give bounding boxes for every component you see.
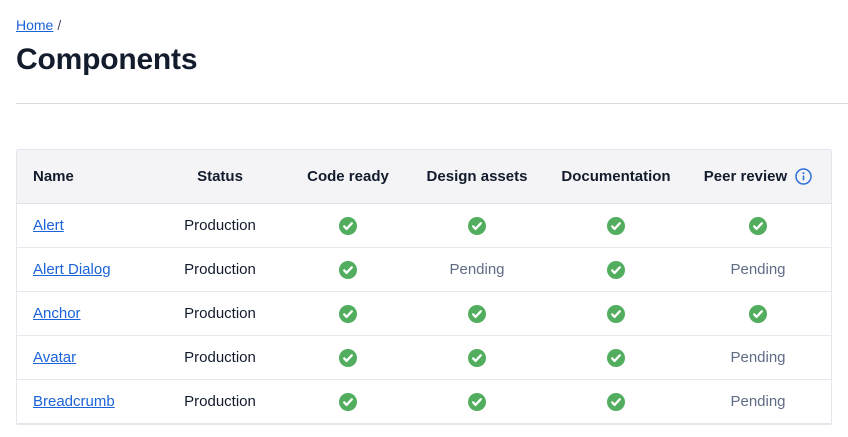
code-ready-cell [289, 380, 407, 424]
breadcrumb: Home / [16, 16, 848, 34]
check-circle-icon [339, 348, 357, 367]
component-link[interactable]: Breadcrumb [33, 393, 115, 410]
pending-label: Pending [730, 349, 786, 366]
component-link[interactable]: Alert [33, 217, 64, 234]
table-row: Alert Dialog Production Pending Pending [17, 248, 831, 292]
check-circle-icon [468, 392, 486, 411]
check-circle-icon [339, 216, 357, 235]
column-header-code-ready: Code ready [289, 150, 407, 204]
pending-label: Pending [449, 261, 505, 278]
table-row: Avatar Production Pending [17, 336, 831, 380]
column-header-peer-review: Peer review [685, 150, 831, 204]
design-assets-cell [407, 204, 547, 248]
check-circle-icon [607, 216, 625, 235]
peer-review-cell: Pending [685, 336, 831, 380]
check-circle-icon [468, 348, 486, 367]
peer-review-cell [685, 292, 831, 336]
peer-review-cell [685, 204, 831, 248]
pending-label: Pending [730, 393, 786, 410]
component-name-cell: Avatar [17, 336, 151, 380]
table-header: Name Status Code ready Design assets Doc… [17, 150, 831, 204]
documentation-cell [547, 248, 685, 292]
documentation-cell [547, 380, 685, 424]
code-ready-cell [289, 204, 407, 248]
component-name-cell: Alert Dialog [17, 248, 151, 292]
component-link[interactable]: Anchor [33, 305, 81, 322]
check-circle-icon [749, 216, 767, 235]
column-header-status: Status [151, 150, 289, 204]
status-cell: Production [151, 248, 289, 292]
design-assets-cell [407, 380, 547, 424]
check-circle-icon [468, 216, 486, 235]
table-row: Alert Production [17, 204, 831, 248]
check-circle-icon [339, 304, 357, 323]
table-body: Alert Production Alert Dialog Production P… [17, 204, 831, 424]
table-header-row: Name Status Code ready Design assets Doc… [17, 150, 831, 204]
component-link[interactable]: Avatar [33, 349, 76, 366]
documentation-cell [547, 292, 685, 336]
component-link[interactable]: Alert Dialog [33, 261, 111, 278]
documentation-cell [547, 204, 685, 248]
status-cell: Production [151, 204, 289, 248]
column-header-peer-review-label: Peer review [703, 168, 788, 186]
check-circle-icon [607, 392, 625, 411]
divider [16, 103, 848, 104]
check-circle-icon [339, 260, 357, 279]
pending-label: Pending [730, 261, 786, 278]
components-table: Name Status Code ready Design assets Doc… [16, 149, 832, 425]
design-assets-cell [407, 292, 547, 336]
breadcrumb-separator: / [57, 17, 62, 33]
column-header-documentation: Documentation [547, 150, 685, 204]
table-row: Breadcrumb Production Pending [17, 380, 831, 424]
component-name-cell: Alert [17, 204, 151, 248]
code-ready-cell [289, 248, 407, 292]
peer-review-cell: Pending [685, 248, 831, 292]
check-circle-icon [339, 392, 357, 411]
breadcrumb-home-link[interactable]: Home [16, 17, 53, 33]
component-name-cell: Anchor [17, 292, 151, 336]
documentation-cell [547, 336, 685, 380]
check-circle-icon [468, 304, 486, 323]
status-cell: Production [151, 336, 289, 380]
status-cell: Production [151, 380, 289, 424]
check-circle-icon [607, 304, 625, 323]
column-header-name: Name [17, 150, 151, 204]
info-icon[interactable] [795, 168, 812, 186]
component-name-cell: Breadcrumb [17, 380, 151, 424]
design-assets-cell: Pending [407, 248, 547, 292]
table-row: Anchor Production [17, 292, 831, 336]
peer-review-cell: Pending [685, 380, 831, 424]
page-title: Components [16, 43, 198, 76]
check-circle-icon [607, 260, 625, 279]
column-header-design-assets: Design assets [407, 150, 547, 204]
design-assets-cell [407, 336, 547, 380]
code-ready-cell [289, 292, 407, 336]
code-ready-cell [289, 336, 407, 380]
check-circle-icon [749, 304, 767, 323]
status-cell: Production [151, 292, 289, 336]
check-circle-icon [607, 348, 625, 367]
page: Home / Components Name Status Code ready … [0, 0, 848, 425]
